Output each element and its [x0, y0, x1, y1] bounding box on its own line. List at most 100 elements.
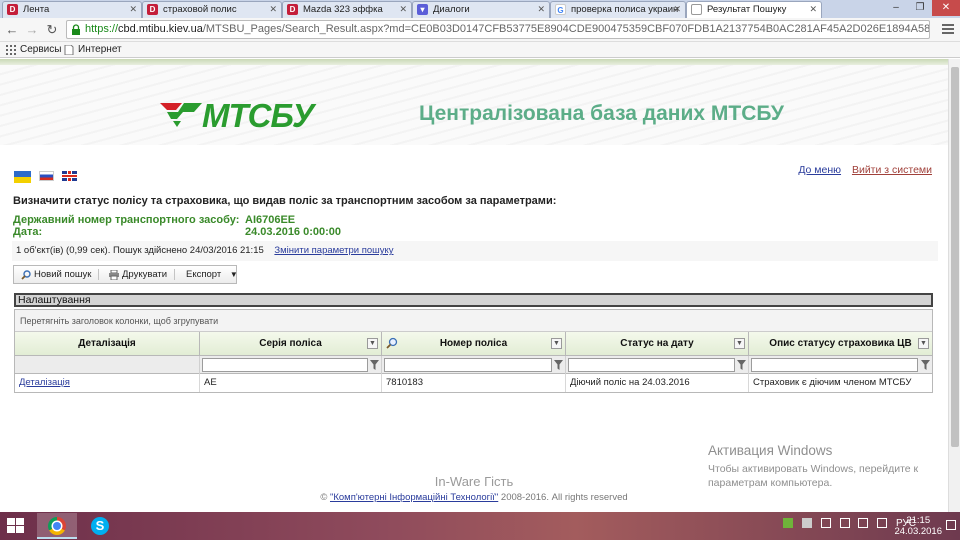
filter-icon[interactable] — [737, 360, 746, 370]
top-links: До меню Вийти з системи — [790, 164, 932, 176]
plate-param: Державний номер транспортного засобу: АІ… — [13, 214, 295, 226]
skype-icon: S — [91, 517, 109, 535]
close-icon[interactable]: ✕ — [673, 2, 681, 17]
close-icon[interactable]: ✕ — [809, 2, 817, 17]
filter-dropdown-icon[interactable]: ▼ — [551, 338, 562, 349]
close-icon[interactable]: ✕ — [269, 2, 277, 17]
column-header-label: Деталізація — [78, 338, 136, 349]
menu-icon[interactable] — [942, 22, 954, 36]
column-header-label: Опис статусу страховика ЦВ — [769, 338, 912, 349]
column-header-insurer-status[interactable]: Опис статусу страховика ЦВ ▼ — [749, 332, 932, 356]
flag-ua-icon[interactable] — [14, 171, 31, 183]
filter-cell — [382, 356, 566, 374]
tab-label: Результат Пошуку — [707, 4, 787, 15]
browser-tab[interactable]: D страховой полис ✕ — [142, 1, 282, 18]
grid-filter-row — [15, 356, 932, 374]
menu-link[interactable]: До меню — [798, 164, 841, 176]
bookmark-label: Интернет — [78, 44, 122, 55]
battery-icon[interactable] — [839, 518, 850, 529]
filter-cell — [566, 356, 749, 374]
logout-link[interactable]: Вийти з системи — [852, 164, 932, 176]
taskbar-clock[interactable]: 21:15 24.03.2016 — [894, 515, 942, 537]
column-header-status[interactable]: Статус на дату ▼ — [566, 332, 749, 356]
forward-icon[interactable]: → — [24, 22, 40, 38]
export-dropdown[interactable]: Експорт ▼ — [172, 266, 238, 283]
filter-icon[interactable] — [921, 360, 930, 370]
tab-label: Лента — [23, 4, 50, 15]
column-header-number[interactable]: Номер поліса ▼ — [382, 332, 566, 356]
close-icon[interactable]: ✕ — [129, 2, 137, 17]
toolbar-divider — [98, 269, 99, 280]
page-scrollbar[interactable] — [948, 59, 960, 512]
status-filter-input[interactable] — [568, 358, 735, 372]
url-input[interactable]: https://cbd.mtibu.kiev.ua/MTSBU_Pages/Se… — [66, 20, 930, 39]
export-label: Експорт — [186, 269, 222, 280]
tab-favicon-icon: D — [7, 4, 18, 15]
details-link[interactable]: Деталізація — [19, 377, 70, 388]
footer-brand: In-Ware Гість — [434, 474, 514, 489]
windows-start-icon[interactable] — [7, 518, 25, 534]
volume-icon[interactable] — [858, 518, 869, 529]
close-icon[interactable]: ✕ — [537, 2, 545, 17]
plate-label: Державний номер транспортного засобу: — [13, 214, 240, 226]
windows-taskbar: S РУС 21:15 24.03.2016 — [0, 512, 960, 540]
browser-tab[interactable]: D Лента ✕ — [2, 1, 142, 18]
filter-icon[interactable] — [554, 360, 563, 370]
filter-icon[interactable] — [370, 360, 379, 370]
filter-dropdown-icon[interactable]: ▼ — [734, 338, 745, 349]
group-panel[interactable]: Перетягніть заголовок колонки, щоб згруп… — [15, 310, 932, 332]
bookmark-apps[interactable]: Сервисы — [6, 43, 61, 57]
company-link[interactable]: "Комп'ютерні Інформаційні Технології" — [330, 492, 498, 503]
back-icon[interactable]: ← — [4, 22, 20, 38]
google-icon: G — [555, 4, 566, 15]
flag-en-icon[interactable] — [62, 171, 77, 181]
footer-copyright: © "Комп'ютерні Інформаційні Технології" … — [0, 492, 948, 503]
close-icon[interactable]: ✕ — [399, 2, 407, 17]
insurer-status-cell: Страховик є діючим членом МТСБУ — [753, 377, 912, 388]
filter-cell — [749, 356, 932, 374]
network-icon[interactable] — [820, 518, 831, 529]
print-button[interactable]: Друкувати — [108, 266, 167, 283]
scrollbar-thumb[interactable] — [951, 67, 959, 447]
flag-icon[interactable] — [877, 518, 888, 529]
series-filter-input[interactable] — [202, 358, 368, 372]
change-search-link[interactable]: Змінити параметри пошуку — [274, 245, 393, 256]
status-cell: Діючий поліс на 24.03.2016 — [566, 374, 749, 392]
settings-bar[interactable]: Налаштування — [14, 293, 933, 307]
column-header-details[interactable]: Деталізація — [15, 332, 200, 356]
mtsbu-logo[interactable]: МТСБУ — [158, 97, 320, 134]
new-search-button[interactable]: Новий пошук — [20, 266, 91, 283]
filter-dropdown-icon[interactable]: ▼ — [918, 338, 929, 349]
notifications-icon[interactable] — [946, 520, 956, 530]
taskbar-chrome[interactable] — [37, 513, 77, 539]
tray-app-icon[interactable] — [783, 518, 794, 529]
print-label: Друкувати — [122, 269, 168, 280]
bookmark-label: Сервисы — [20, 44, 62, 55]
language-switcher — [14, 171, 85, 183]
taskbar-skype[interactable]: S — [80, 513, 120, 539]
maximize-icon[interactable]: ❐ — [908, 0, 932, 16]
close-window-icon[interactable]: ✕ — [932, 0, 960, 16]
insurer-filter-input[interactable] — [751, 358, 918, 372]
filter-dropdown-icon[interactable]: ▼ — [367, 338, 378, 349]
browser-tab[interactable]: D Mazda 323 эффка ✕ — [282, 1, 412, 18]
url-scheme: https:// — [85, 23, 119, 35]
copyright-symbol: © — [320, 492, 328, 503]
reload-icon[interactable]: ↻ — [44, 22, 60, 38]
column-header-series[interactable]: Серія поліса ▼ — [200, 332, 382, 356]
browser-tab-active[interactable]: Результат Пошуку ✕ — [686, 1, 822, 18]
date-value: 24.03.2016 0:00:00 — [245, 226, 342, 238]
number-filter-input[interactable] — [384, 358, 552, 372]
query-title: Визначити статус полісу та страховика, щ… — [13, 195, 557, 207]
filter-cell — [200, 356, 382, 374]
minimize-icon[interactable]: – — [884, 0, 908, 16]
page-icon — [691, 4, 702, 15]
browser-tab[interactable]: G проверка полиса украин ✕ — [550, 1, 686, 18]
chrome-icon — [48, 517, 66, 535]
search-icon — [21, 270, 31, 280]
tray-app-icon[interactable] — [802, 518, 813, 529]
bookmark-internet[interactable]: Интернет — [64, 43, 122, 57]
chevron-down-icon: ▼ — [229, 270, 238, 279]
flag-ru-icon[interactable] — [39, 171, 54, 181]
browser-tab[interactable]: ▾ Диалоги ✕ — [412, 1, 550, 18]
